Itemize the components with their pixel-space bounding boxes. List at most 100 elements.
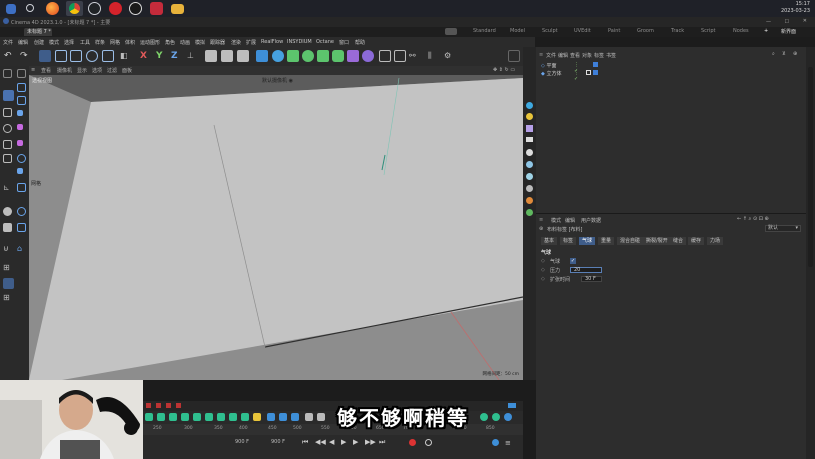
viewport-menu-display[interactable]: 显示 xyxy=(77,67,87,74)
attr-tab-forces[interactable]: 力场 xyxy=(707,237,724,245)
attr-tab-cache[interactable]: 缓存 xyxy=(688,237,705,245)
scale-tool-icon[interactable] xyxy=(70,50,82,62)
random-effector-icon[interactable] xyxy=(229,413,237,421)
mograph-cloner-icon[interactable] xyxy=(317,50,329,62)
menu-mode[interactable]: 模式 xyxy=(49,39,59,46)
dynamics-icon[interactable] xyxy=(480,413,488,421)
menu-tools[interactable]: 工具 xyxy=(80,39,90,46)
bevel-icon[interactable] xyxy=(17,223,26,232)
quantize-icon[interactable] xyxy=(3,278,14,289)
floor-icon[interactable] xyxy=(526,137,533,142)
uv-mode-icon[interactable] xyxy=(17,110,23,116)
menu-select[interactable]: 选择 xyxy=(64,39,74,46)
menu-spline[interactable]: 样条 xyxy=(95,39,105,46)
field-icon[interactable] xyxy=(332,50,344,62)
connector-icon[interactable] xyxy=(492,413,500,421)
redo-icon[interactable]: ↷ xyxy=(20,50,32,62)
object-row-cube[interactable]: ◆ 立方体 ⋮ ✓ xyxy=(541,70,598,82)
balloon-checkbox[interactable]: ✓ xyxy=(570,258,576,264)
menu-octane[interactable]: Octane xyxy=(316,39,334,45)
om-tab-bookmarks[interactable]: 书签 xyxy=(606,52,616,59)
attr-tab-userdata[interactable]: 用户数据 xyxy=(581,217,601,224)
tweak-mode-icon[interactable] xyxy=(3,140,12,149)
attr-tab-sew[interactable]: 缝合 xyxy=(670,237,687,245)
object-row-plane[interactable]: ◇ 平面 ⋮ ✓ xyxy=(541,62,598,74)
menu-realflow[interactable]: RealFlow xyxy=(261,39,283,45)
layout-tab-standard[interactable]: Standard xyxy=(473,28,496,34)
field-force-icon[interactable] xyxy=(267,413,275,421)
prev-key-icon[interactable]: ◀◀ xyxy=(315,438,326,446)
keyframe-scale-icon[interactable] xyxy=(176,403,181,408)
object-manager-menu-icon[interactable]: ≡ xyxy=(539,52,543,58)
undo-icon[interactable]: ↶ xyxy=(4,50,16,62)
environment-icon[interactable] xyxy=(526,161,533,168)
sky-icon[interactable] xyxy=(526,149,533,156)
lock-mode-icon[interactable] xyxy=(17,154,26,163)
attr-tab-weight[interactable]: 重量 xyxy=(598,237,615,245)
camera-label[interactable]: 默认摄像机 ◉ xyxy=(262,77,293,84)
cloner-icon[interactable] xyxy=(157,413,165,421)
cube-visibility-icon[interactable]: ⋮ ✓ xyxy=(574,70,579,82)
auto-key-icon[interactable] xyxy=(425,439,432,446)
attractor-icon[interactable] xyxy=(291,413,299,421)
next-key-icon[interactable]: ▶▶ xyxy=(365,438,376,446)
solo-mode-icon[interactable] xyxy=(3,124,12,133)
z-axis-icon[interactable]: Z xyxy=(171,50,183,62)
magnet-icon[interactable] xyxy=(17,207,26,216)
menu-edit[interactable]: 编辑 xyxy=(18,39,28,46)
grid-snap-icon[interactable]: ⊞ xyxy=(3,263,12,272)
light-icon[interactable] xyxy=(526,102,533,109)
timeline-menu-icon[interactable]: ≡ xyxy=(505,439,511,447)
attr-tab-collision[interactable]: 混合自碰 xyxy=(617,237,644,245)
keyframe-position-icon[interactable] xyxy=(156,403,161,408)
cinema4d-app-icon[interactable] xyxy=(129,2,142,15)
keyframe-record-icon[interactable] xyxy=(146,403,151,408)
goto-start-icon[interactable]: ⏮ xyxy=(302,438,308,447)
obs-icon[interactable] xyxy=(88,2,101,15)
attr-mode-select[interactable]: 默认 ▾ xyxy=(765,225,801,232)
chrome-icon[interactable] xyxy=(66,1,83,16)
deformer-icon[interactable] xyxy=(302,50,314,62)
scene-icon[interactable] xyxy=(347,50,359,62)
firefox-icon[interactable] xyxy=(46,2,59,15)
spline-pen-icon[interactable] xyxy=(272,50,284,62)
document-tab[interactable]: 未标题 7 * xyxy=(24,28,52,36)
attr-tab-edit[interactable]: 编辑 xyxy=(565,217,575,224)
viewport-menu-view[interactable]: 查看 xyxy=(41,67,51,74)
workplane-grid-icon[interactable]: ⊞ xyxy=(3,293,12,302)
menu-mesh[interactable]: 网格 xyxy=(110,39,120,46)
3d-viewport[interactable]: 透视视图 默认摄像机 ◉ 网格 网格间距：50 cm xyxy=(29,75,523,380)
layout-tab-model[interactable]: Model xyxy=(510,28,525,34)
keyframe-dot-icon[interactable]: ◇ xyxy=(541,258,545,264)
emitter-icon[interactable] xyxy=(279,413,287,421)
workplane-icon[interactable] xyxy=(394,50,406,62)
play-icon[interactable]: ▶ xyxy=(341,438,346,446)
menu-window[interactable]: 窗口 xyxy=(339,39,349,46)
magnet-tool-icon[interactable]: ⊍ xyxy=(3,244,12,253)
goto-end-icon[interactable]: ⏭ xyxy=(379,438,385,447)
record-icon[interactable] xyxy=(409,439,416,446)
material-icon[interactable] xyxy=(526,125,533,132)
om-add-icon[interactable]: ⊕ xyxy=(793,51,797,57)
loop-select-icon[interactable]: ⌂ xyxy=(17,244,26,253)
attr-tab-tear[interactable]: 撕裂/裂开 xyxy=(643,237,671,245)
om-tab-view[interactable]: 查看 xyxy=(570,52,580,59)
rotate-tool-icon[interactable] xyxy=(86,50,98,62)
om-tab-edit[interactable]: 编辑 xyxy=(558,52,568,59)
om-tab-object[interactable]: 对象 xyxy=(582,52,592,59)
formula-icon[interactable] xyxy=(253,413,261,421)
friction-icon[interactable] xyxy=(317,413,325,421)
menu-help[interactable]: 帮助 xyxy=(355,39,365,46)
shader-effector-icon[interactable] xyxy=(241,413,249,421)
recorder-icon[interactable] xyxy=(150,2,163,15)
layout-tab-track[interactable]: Track xyxy=(671,28,684,34)
transform-tool-icon[interactable] xyxy=(102,50,114,62)
snap-icon[interactable]: ⚯ xyxy=(409,50,421,62)
search-icon[interactable] xyxy=(26,4,34,12)
select-tool-icon[interactable] xyxy=(39,50,51,62)
spring-icon[interactable] xyxy=(504,413,512,421)
matrix-icon[interactable] xyxy=(181,413,189,421)
add-layout-icon[interactable]: + xyxy=(764,28,768,34)
viewport-menu-camera[interactable]: 摄像机 xyxy=(57,67,72,74)
grid-icon[interactable] xyxy=(379,50,391,62)
